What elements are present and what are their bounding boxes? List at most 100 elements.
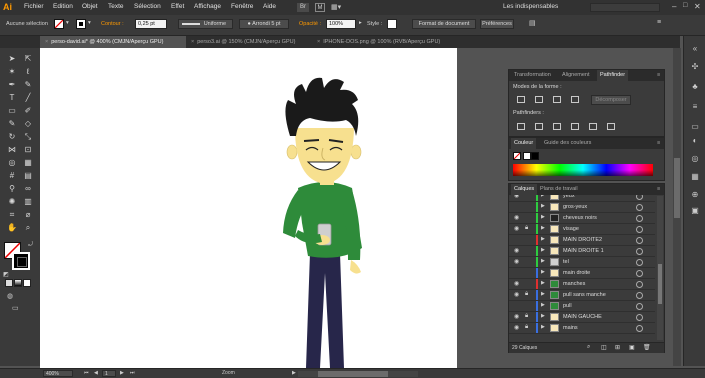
- expand-triangle-icon[interactable]: ▶: [541, 269, 545, 275]
- expand-triangle-icon[interactable]: ▶: [541, 214, 545, 220]
- layer-name[interactable]: manches: [563, 281, 585, 287]
- prev-artboard-icon[interactable]: ◀: [94, 370, 98, 376]
- intersect-icon[interactable]: [553, 96, 561, 103]
- layer-row[interactable]: ▶ pull: [509, 301, 655, 312]
- visibility-eye-icon[interactable]: ◉: [514, 324, 520, 331]
- scale-tool-icon[interactable]: ⤡: [22, 132, 34, 142]
- visibility-eye-icon[interactable]: ◉: [514, 280, 520, 287]
- shape-builder-tool-icon[interactable]: ◎: [6, 158, 18, 168]
- target-circle-icon[interactable]: [636, 303, 643, 310]
- pen-tool-icon[interactable]: ✒: [6, 80, 18, 90]
- stroke-color-box[interactable]: [12, 252, 30, 270]
- visibility-eye-icon[interactable]: ◉: [514, 247, 520, 254]
- expand-button[interactable]: Décomposer: [591, 95, 631, 105]
- layer-row[interactable]: ◉ ▶ tel: [509, 257, 655, 268]
- panel-menu-icon[interactable]: ≡: [654, 184, 663, 195]
- first-artboard-icon[interactable]: ⏮: [84, 370, 89, 376]
- white-swatch[interactable]: [523, 152, 531, 160]
- layer-name[interactable]: pull sans manche: [563, 292, 606, 298]
- visibility-eye-icon[interactable]: ◉: [514, 195, 520, 199]
- mesh-tool-icon[interactable]: #: [6, 171, 18, 181]
- slice-tool-icon[interactable]: ⌀: [22, 210, 34, 220]
- none-mode-icon[interactable]: [23, 279, 31, 287]
- paintbrush-tool-icon[interactable]: ✐: [22, 106, 34, 116]
- maximize-icon[interactable]: □: [683, 2, 687, 9]
- type-tool-icon[interactable]: T: [6, 93, 18, 103]
- menu-edition[interactable]: Edition: [53, 3, 73, 10]
- layer-row[interactable]: ◉ 🔒︎ ▶ MAIN GAUCHE: [509, 312, 655, 323]
- screen-mode-icon[interactable]: ▭: [12, 304, 19, 312]
- opacity-dropdown-icon[interactable]: ▸: [359, 20, 362, 26]
- target-circle-icon[interactable]: [636, 226, 643, 233]
- unite-icon[interactable]: [517, 96, 525, 103]
- menu-selection[interactable]: Sélection: [134, 3, 161, 10]
- visibility-eye-icon[interactable]: ◉: [514, 225, 520, 232]
- expand-triangle-icon[interactable]: ▶: [541, 203, 545, 209]
- tab-alignement[interactable]: Alignement: [559, 70, 593, 81]
- shaper-tool-icon[interactable]: ✎: [6, 119, 18, 129]
- lock-icon[interactable]: 🔒︎: [525, 225, 531, 232]
- symbol-sprayer-tool-icon[interactable]: ✺: [6, 197, 18, 207]
- eyedropper-tool-icon[interactable]: ⚲: [6, 184, 18, 194]
- stroke-weight-field[interactable]: 0,25 pt: [135, 19, 167, 29]
- direct-selection-tool-icon[interactable]: ⇱: [22, 54, 34, 64]
- close-icon[interactable]: ✕: [694, 2, 701, 11]
- layers-scrollbar[interactable]: [657, 196, 663, 340]
- visibility-eye-icon[interactable]: ◉: [514, 214, 520, 221]
- clipping-mask-icon[interactable]: ◫: [601, 344, 607, 351]
- target-circle-icon[interactable]: [636, 204, 643, 211]
- expand-triangle-icon[interactable]: ▶: [541, 195, 545, 198]
- target-circle-icon[interactable]: [636, 259, 643, 266]
- character-illustration[interactable]: [40, 48, 457, 368]
- expand-triangle-icon[interactable]: ▶: [541, 324, 545, 330]
- visibility-eye-icon[interactable]: ◉: [514, 258, 520, 265]
- menu-fenetre[interactable]: Fenêtre: [231, 3, 253, 10]
- menu-effet[interactable]: Effet: [171, 3, 184, 10]
- layer-name[interactable]: main droite: [563, 270, 590, 276]
- gradient-tool-icon[interactable]: ▤: [22, 171, 34, 181]
- layer-name[interactable]: mains: [563, 325, 578, 331]
- tab-couleur[interactable]: Couleur: [511, 138, 537, 149]
- stroke-label[interactable]: Contour :: [101, 21, 124, 27]
- fill-swatch[interactable]: [54, 19, 64, 29]
- lock-icon[interactable]: 🔒︎: [525, 324, 531, 331]
- layer-row[interactable]: ◉ 🔒︎ ▶ visage: [509, 224, 655, 235]
- divide-icon[interactable]: [517, 123, 525, 130]
- visibility-eye-icon[interactable]: ◉: [514, 291, 520, 298]
- expand-triangle-icon[interactable]: ▶: [541, 236, 545, 242]
- layer-name[interactable]: tel: [563, 259, 569, 265]
- fill-dropdown-icon[interactable]: ▾: [66, 20, 69, 26]
- expand-triangle-icon[interactable]: ▶: [541, 258, 545, 264]
- gradient-mode-icon[interactable]: [14, 279, 22, 287]
- layer-name[interactable]: gros-yeux: [563, 204, 587, 210]
- menu-aide[interactable]: Aide: [263, 3, 276, 10]
- layer-name[interactable]: visage: [563, 226, 579, 232]
- default-colors-icon[interactable]: ◩: [3, 271, 9, 278]
- opacity-label[interactable]: Opacité :: [299, 21, 321, 27]
- symbols-icon[interactable]: ♣: [690, 82, 700, 92]
- minus-back-icon[interactable]: [607, 123, 615, 130]
- expand-triangle-icon[interactable]: ▶: [541, 280, 545, 286]
- black-swatch[interactable]: [531, 152, 539, 160]
- transparency-icon[interactable]: ◐: [690, 136, 700, 146]
- menu-texte[interactable]: Texte: [108, 3, 124, 10]
- artboard[interactable]: [40, 48, 457, 368]
- expand-triangle-icon[interactable]: ▶: [541, 291, 545, 297]
- blend-tool-icon[interactable]: ∞: [22, 184, 34, 194]
- expand-triangle-icon[interactable]: ▶: [541, 302, 545, 308]
- target-circle-icon[interactable]: [636, 292, 643, 299]
- rotate-tool-icon[interactable]: ↻: [6, 132, 18, 142]
- document-setup-button[interactable]: Format de document: [412, 19, 476, 29]
- draw-mode-icon[interactable]: ◍: [7, 292, 13, 300]
- expand-triangle-icon[interactable]: ▶: [541, 247, 545, 253]
- width-tool-icon[interactable]: ⋈: [6, 145, 18, 155]
- layer-row[interactable]: ◉ ▶ cheveux noirs: [509, 213, 655, 224]
- trim-icon[interactable]: [535, 123, 543, 130]
- bridge-button[interactable]: Br: [297, 3, 309, 12]
- curvature-tool-icon[interactable]: ✎: [22, 80, 34, 90]
- brushes-icon[interactable]: ✣: [690, 62, 700, 72]
- selection-tool-icon[interactable]: ➤: [6, 54, 18, 64]
- panel-menu-icon[interactable]: ≡: [657, 19, 661, 26]
- preferences-button[interactable]: Préférences: [480, 19, 514, 29]
- target-circle-icon[interactable]: [636, 215, 643, 222]
